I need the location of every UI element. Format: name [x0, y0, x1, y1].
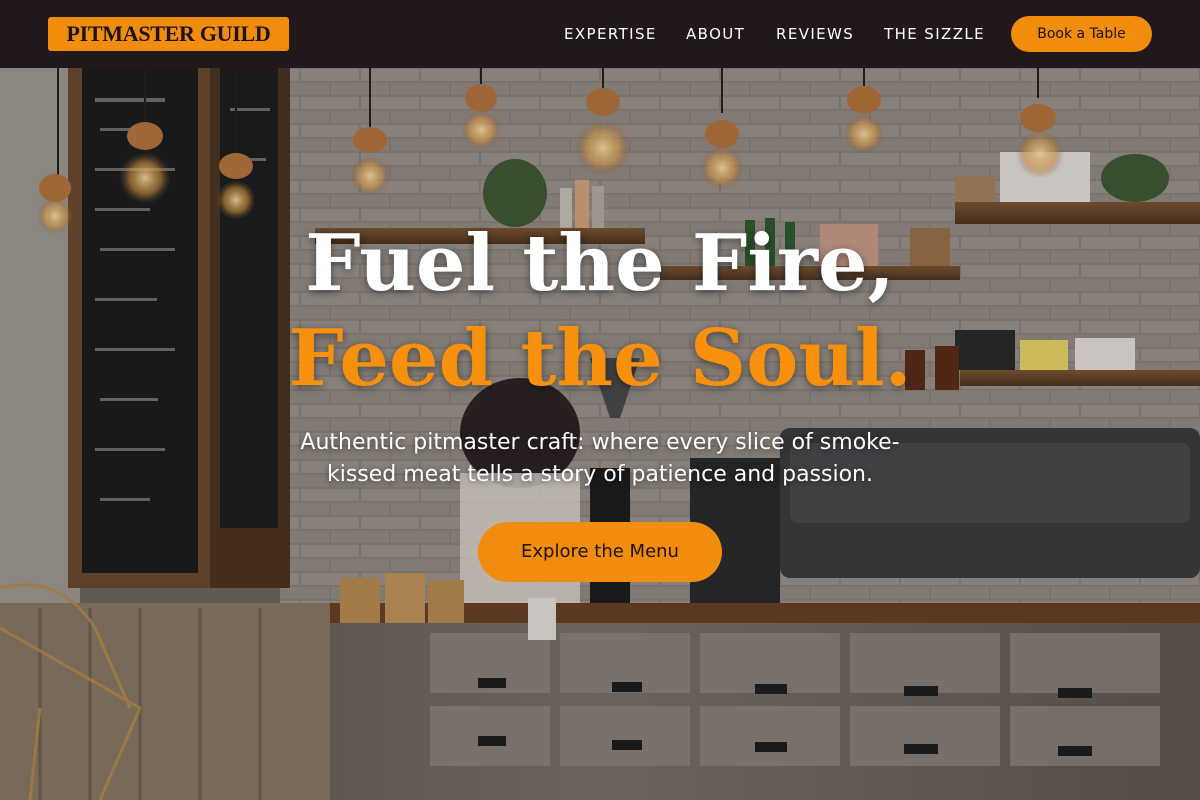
explore-menu-button[interactable]: Explore the Menu [478, 522, 722, 582]
nav-link-about[interactable]: ABOUT [686, 24, 745, 44]
site-logo[interactable]: PITMASTER GUILD [48, 17, 289, 51]
hero-tagline: Authentic pitmaster craft: where every s… [300, 430, 900, 487]
nav-link-the-sizzle[interactable]: THE SIZZLE [884, 24, 985, 44]
nav-link-reviews[interactable]: REVIEWS [776, 24, 854, 44]
hero-headline-line-1: Fuel the Fire, [305, 218, 895, 309]
site-header: PITMASTER GUILD EXPERTISE ABOUT REVIEWS … [0, 0, 1200, 68]
hero-section: Fuel the Fire, Feed the Soul. Authentic … [0, 68, 1200, 800]
hero-headline-line-2: Feed the Soul. [288, 313, 912, 404]
nav-link-expertise[interactable]: EXPERTISE [564, 24, 657, 44]
book-table-button[interactable]: Book a Table [1011, 16, 1152, 52]
